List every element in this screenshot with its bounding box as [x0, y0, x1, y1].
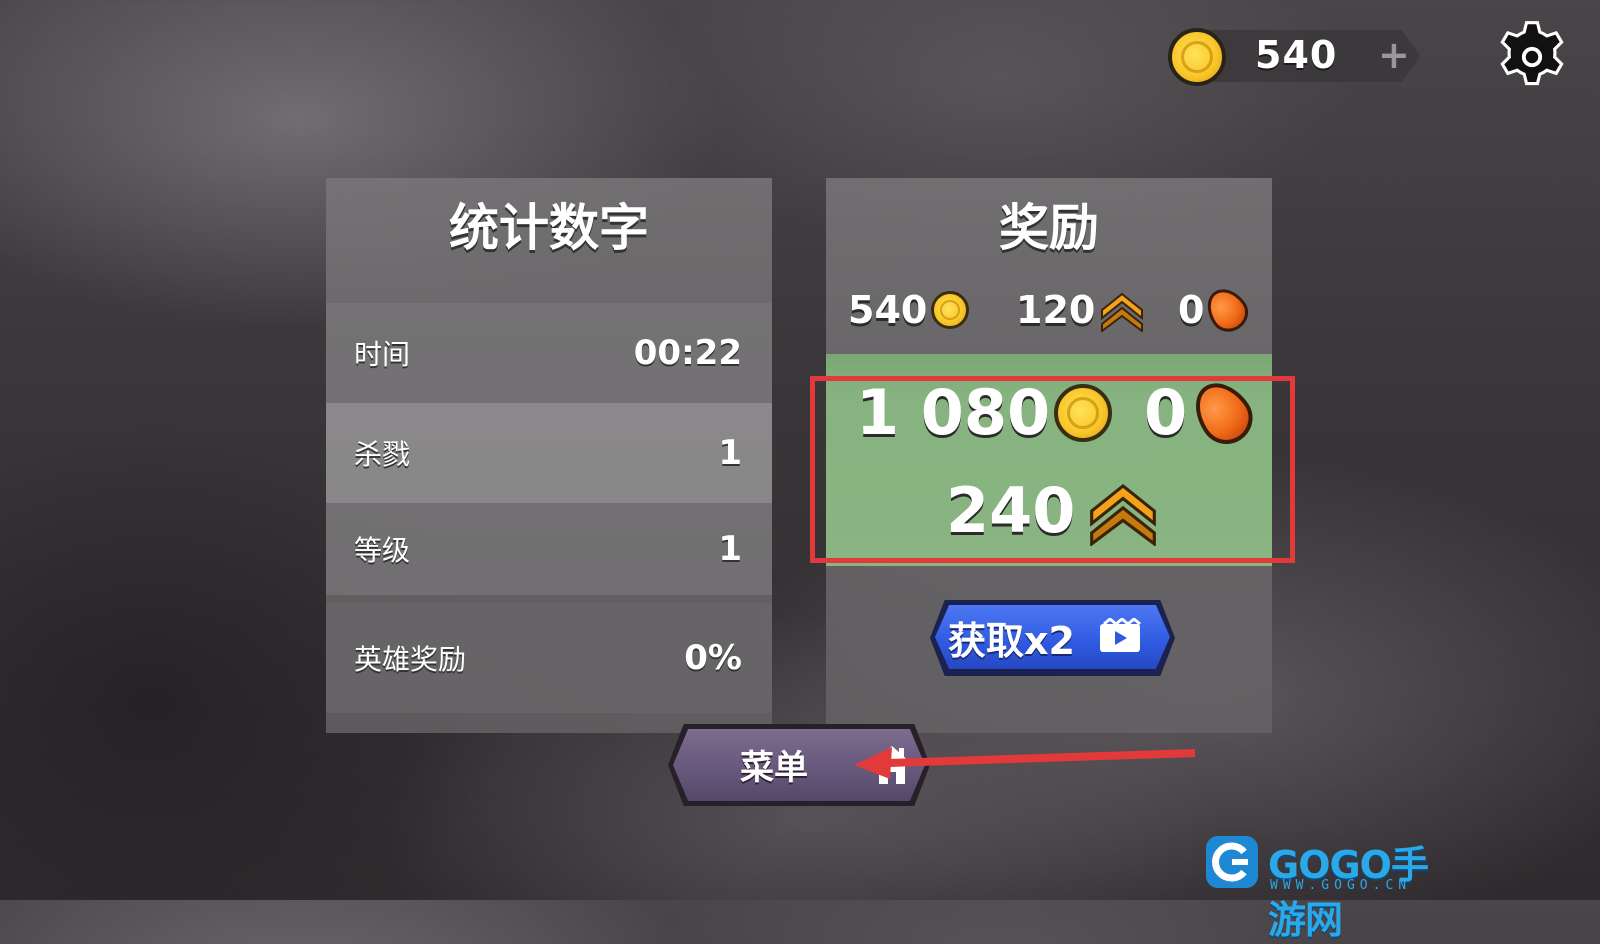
stat-value: 1 — [718, 529, 742, 569]
stat-value: 1 — [718, 433, 742, 473]
rank-chevron-icon — [1101, 292, 1144, 332]
double-reward-label: 获取x2 — [948, 619, 1075, 663]
coin-icon — [931, 291, 970, 329]
base-xp-value: 120 — [1016, 288, 1096, 332]
brand-logo-icon — [1206, 836, 1258, 888]
stat-label: 杀戮 — [354, 438, 411, 471]
watermark: GOGO手游网 WWW.GOGO.CN — [1204, 834, 1454, 942]
red-arrow-annotation — [854, 747, 1196, 779]
coin-icon — [1168, 28, 1226, 86]
stat-label: 时间 — [354, 338, 411, 371]
menu-label: 菜单 — [740, 748, 808, 788]
double-reward-button[interactable]: 获取x2 — [930, 600, 1175, 676]
stat-row-hero-bonus: 英雄奖励 0% — [326, 603, 772, 713]
stats-title: 统计数字 — [449, 199, 649, 257]
base-rewards: 540 120 0 — [826, 278, 1272, 353]
stat-label: 等级 — [354, 534, 411, 567]
add-coins-button[interactable]: + — [1378, 33, 1410, 77]
stat-row-level: 等级 1 — [326, 503, 772, 595]
base-xp: 120 — [1016, 288, 1145, 332]
base-gems-value: 0 — [1178, 288, 1205, 332]
stat-row-kills: 杀戮 1 — [326, 403, 772, 503]
video-ad-icon — [1100, 618, 1141, 652]
stat-value: 00:22 — [633, 333, 742, 373]
rewards-title: 奖励 — [999, 199, 1099, 257]
coin-counter-value: 540 — [1255, 33, 1338, 77]
stat-value: 0% — [684, 638, 742, 678]
gear-icon[interactable] — [1493, 18, 1571, 96]
stat-row-time: 时间 00:22 — [326, 303, 772, 403]
highlight-frame — [810, 376, 1295, 563]
stat-label: 英雄奖励 — [354, 643, 467, 676]
base-coins-value: 540 — [848, 288, 928, 332]
base-coins: 540 — [848, 288, 970, 332]
watermark-url: WWW.GOGO.CN — [1270, 878, 1412, 893]
stats-panel: 统计数字 时间 00:22 杀戮 1 等级 1 英雄奖励 0% — [326, 178, 772, 733]
gem-icon — [1199, 281, 1256, 339]
base-gems: 0 — [1178, 281, 1256, 339]
